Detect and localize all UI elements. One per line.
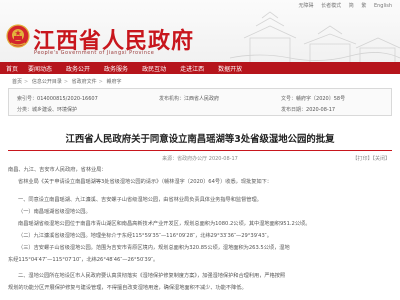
breadcrumb-doc-type[interactable]: 赣府字 xyxy=(106,79,121,85)
breadcrumb-home[interactable]: 首页 xyxy=(12,79,22,85)
info-index-label: 索引号： xyxy=(17,96,38,102)
document-info-box: 索引号：014000815/2020-16607 发布机构：江西省人民政府 文号… xyxy=(8,88,392,116)
body-paragraph: 规划的功能分区开展保护修复与建设管理，不得擅自改变湿地用途，确保湿地面积不减少、… xyxy=(8,285,247,291)
body-paragraph: （三）吉安螺子山省级湿地公园。范围为吉安市青原区境内，规划总面积为320.85公… xyxy=(18,245,290,251)
top-links: 无障碍 长者模式 简 繁 English xyxy=(293,2,393,9)
nav-item-services[interactable]: 政务服务 xyxy=(104,64,128,73)
body-paragraph: 东经115°04′47″—115°07′10″，北纬26°48′46″—26°5… xyxy=(8,257,159,263)
breadcrumb-gov-docs[interactable]: 省政府文件 xyxy=(72,79,97,85)
national-emblem-icon xyxy=(6,24,30,48)
info-index-value: 014000815/2020-16607 xyxy=(37,96,98,102)
info-category: 分类：城乡建设、环境保护 xyxy=(17,106,77,113)
document-meta: 来源：省政府办公厅 2020-08-17 xyxy=(162,156,238,162)
body-paragraph: （一）南昌瑶湖省级湿地公园。 xyxy=(18,209,91,215)
info-doc-no-label: 文号： xyxy=(281,96,297,102)
info-doc-no-value: 赣府字〔2020〕58号 xyxy=(296,96,346,102)
info-publisher-value: 江西省人民政府 xyxy=(184,96,220,102)
breadcrumb-separator: > xyxy=(63,79,69,85)
breadcrumb-catalog[interactable]: 信息公开目录 xyxy=(32,79,62,85)
body-paragraph: 省林业局《关于申请设立南昌瑶湖等3处省级湿地公园的请示》（赣林湿字〔2020〕6… xyxy=(18,179,272,185)
body-paragraph: 南昌瑶湖省级湿地公园位于南昌市青山湖区和南昌高新技术产业开发区，规划总面积为10… xyxy=(18,221,311,227)
body-paragraph: 一、同意设立南昌瑶湖、九江濂溪、吉安螺子山省级湿地公园，由省林业局负责具体业务指… xyxy=(18,197,262,203)
top-link-simplified[interactable]: 简 xyxy=(349,3,354,9)
print-close-tools[interactable]: 【打印】【关闭】 xyxy=(352,155,390,162)
info-date-value: 2020-08-17 xyxy=(306,107,336,113)
body-paragraph: 南昌、九江、吉安市人民政府，省林业局： xyxy=(8,167,107,173)
info-category-value: 城乡建设、环境保护 xyxy=(32,107,78,113)
header-banner: 江西省人民政府 People's Government of Jiangxi P… xyxy=(0,0,400,62)
site-subtitle: People's Government of Jiangxi Province xyxy=(34,50,155,56)
breadcrumb-separator: > xyxy=(98,79,103,85)
info-category-label: 分类： xyxy=(17,107,33,113)
nav-item-news[interactable]: 要闻动态 xyxy=(28,64,52,73)
title-divider xyxy=(8,150,392,151)
top-link-accessibility[interactable]: 无障碍 xyxy=(299,3,314,9)
info-publisher: 发布机构：江西省人民政府 xyxy=(159,95,219,102)
top-link-elder-mode[interactable]: 长者模式 xyxy=(321,3,341,9)
breadcrumb-separator: > xyxy=(24,79,29,85)
info-date-label: 发布日期： xyxy=(281,107,307,113)
body-paragraph: （二）九江濂溪省级湿地公园。地理坐标介于东经115°59′35″—116°09′… xyxy=(18,233,272,239)
main-nav: 首页 要闻动态 政务公开 政务服务 政民互动 走进江西 数据开放 xyxy=(0,62,400,74)
breadcrumb: 首页 > 信息公开目录 > 省政府文件 > 赣府字 xyxy=(12,78,121,85)
document-title: 江西省人民政府关于同意设立南昌瑶湖等3处省级湿地公园的批复 xyxy=(65,134,335,145)
top-link-english[interactable]: English xyxy=(374,3,392,9)
nav-item-interaction[interactable]: 政民互动 xyxy=(142,64,166,73)
info-doc-no: 文号：赣府字〔2020〕58号 xyxy=(281,95,345,102)
nav-item-open-data[interactable]: 数据开放 xyxy=(218,64,242,73)
nav-item-open-gov[interactable]: 政务公开 xyxy=(66,64,90,73)
info-index: 索引号：014000815/2020-16607 xyxy=(17,95,98,102)
body-paragraph: 二、湿地公园所在地设区市人民政府要认真贯彻落实《湿地保护修复制度方案》，加强湿地… xyxy=(18,273,286,279)
top-link-traditional[interactable]: 繁 xyxy=(361,3,366,9)
pavilion-skyline-graphic xyxy=(230,11,400,62)
info-publisher-label: 发布机构： xyxy=(159,96,185,102)
nav-item-home[interactable]: 首页 xyxy=(6,64,18,73)
info-date: 发布日期：2020-08-17 xyxy=(281,106,335,113)
nav-item-about-jiangxi[interactable]: 走进江西 xyxy=(180,64,204,73)
